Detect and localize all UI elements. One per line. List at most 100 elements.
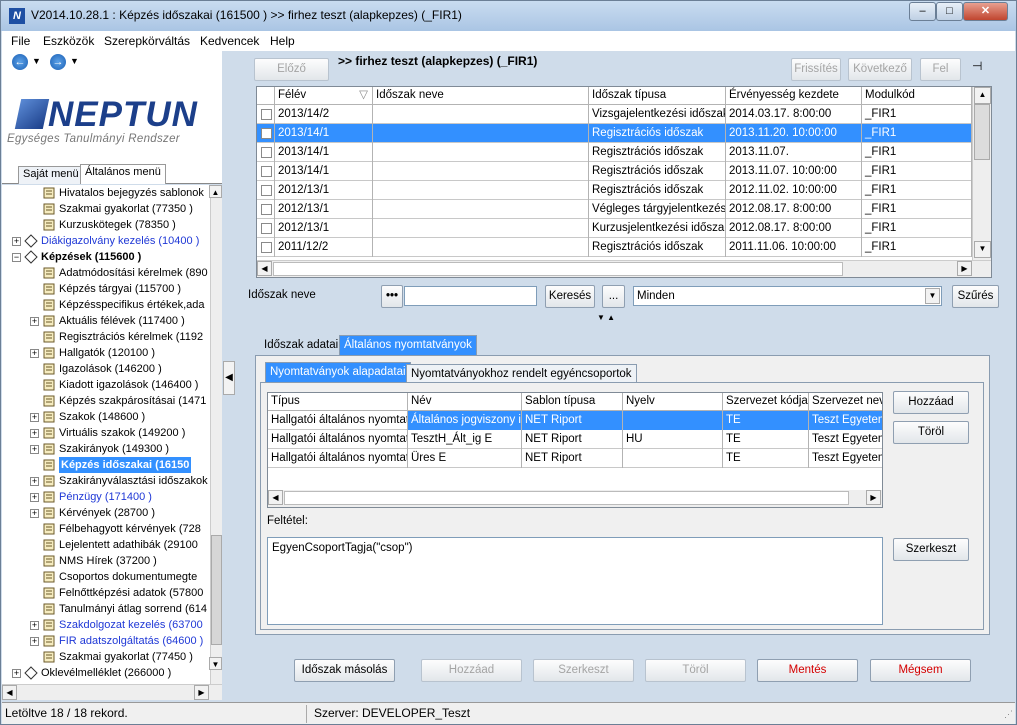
tree-item[interactable]: − Képzések (115600 ): [2, 249, 210, 265]
minimize-button[interactable]: –: [909, 2, 936, 21]
tree-item[interactable]: Képzés időszakai (16150: [2, 457, 210, 473]
tree-scroll-thumb[interactable]: [211, 535, 222, 645]
row-checkbox[interactable]: [261, 147, 272, 158]
tree-item[interactable]: Igazolások (146200 ): [2, 361, 210, 377]
table-row[interactable]: 2013/14/2 Vizsgajelentkezési időszak 2014.…: [257, 105, 972, 124]
scroll-down-icon[interactable]: ▼: [974, 241, 991, 258]
periods-hscroll-thumb[interactable]: [273, 262, 843, 276]
col-header-nev[interactable]: Név: [408, 393, 522, 411]
col-header-modulkod[interactable]: Modulkód: [862, 87, 972, 105]
split-down-icon[interactable]: ▼: [597, 313, 605, 322]
expand-icon[interactable]: +: [30, 445, 39, 454]
collapse-icon[interactable]: −: [12, 253, 21, 262]
col-header-idoszak-neve[interactable]: Időszak neve: [373, 87, 589, 105]
resize-grip-icon[interactable]: ⋰: [1004, 709, 1013, 720]
filter-button[interactable]: Szűrés: [952, 285, 999, 308]
menu-eszkozok[interactable]: Eszközök: [43, 34, 94, 48]
expand-icon[interactable]: +: [30, 317, 39, 326]
copy-period-button[interactable]: Időszak másolás: [294, 659, 395, 682]
expand-icon[interactable]: +: [30, 637, 39, 646]
scroll-up-icon[interactable]: ▲: [974, 87, 991, 104]
search-input[interactable]: [404, 286, 537, 306]
col-header-felev[interactable]: Félév ▽: [275, 87, 373, 105]
table-row[interactable]: 2012/13/1 Végleges tárgyjelentkezés 2012.0…: [257, 200, 972, 219]
ellipsis-dots-button[interactable]: •••: [381, 285, 403, 308]
add-button[interactable]: Hozzáad: [421, 659, 522, 682]
row-checkbox[interactable]: [261, 166, 272, 177]
tree-item[interactable]: Lejelentett adathibák (29100: [2, 537, 210, 553]
expand-icon[interactable]: +: [12, 237, 21, 246]
expand-icon[interactable]: +: [30, 493, 39, 502]
tree-item[interactable]: + FIR adatszolgáltatás (64600 ): [2, 633, 210, 649]
expand-icon[interactable]: +: [30, 349, 39, 358]
tree-item[interactable]: Adatmódosítási kérelmek (890: [2, 265, 210, 281]
tab-nyomtatvanyok-alapadatai[interactable]: Nyomtatványok alapadatai: [265, 362, 411, 382]
filter-icon[interactable]: ▽: [359, 87, 368, 104]
scroll-right-icon[interactable]: ▶: [866, 490, 881, 505]
delete-button[interactable]: Töröl: [645, 659, 746, 682]
periods-vscroll[interactable]: ▲ ▼: [972, 87, 991, 260]
forms-hscroll[interactable]: ◀ ▶: [268, 490, 882, 507]
scroll-right-icon[interactable]: ▶: [957, 261, 972, 276]
tab-idoszak-adatai[interactable]: Időszak adatai: [259, 335, 343, 355]
expand-icon[interactable]: +: [30, 429, 39, 438]
table-row[interactable]: 2013/14/1 Regisztrációs időszak 2013.11.07…: [257, 143, 972, 162]
row-checkbox[interactable]: [261, 185, 272, 196]
table-row[interactable]: 2013/14/1 Regisztrációs időszak 2013.11.20…: [257, 124, 972, 143]
tree-item[interactable]: Szakmai gyakorlat (77350 ): [2, 201, 210, 217]
table-row[interactable]: 2012/13/1 Kurzusjelentkezési időszak 2012.…: [257, 219, 972, 238]
expand-icon[interactable]: +: [30, 477, 39, 486]
row-checkbox[interactable]: [261, 109, 272, 120]
tree-item[interactable]: NMS Hírek (37200 ): [2, 553, 210, 569]
tree-item[interactable]: Képzésspecifikus értékek,ada: [2, 297, 210, 313]
back-icon[interactable]: ←: [12, 54, 28, 70]
scroll-up-icon[interactable]: ▲: [209, 185, 222, 198]
tree-item[interactable]: + Diákigazolvány kezelés (10400 ): [2, 233, 210, 249]
row-checkbox[interactable]: [261, 223, 272, 234]
tree-item[interactable]: + Szakirányválasztási időszakok: [2, 473, 210, 489]
menu-file[interactable]: File: [11, 34, 30, 48]
forward-dropdown-icon[interactable]: ▼: [70, 56, 79, 66]
tree-item[interactable]: + Aktuális félévek (117400 ): [2, 313, 210, 329]
periods-hscroll[interactable]: ◀ ▶: [257, 260, 991, 277]
forms-add-button[interactable]: Hozzáad: [893, 391, 969, 414]
tree-item[interactable]: + Kérvények (28700 ): [2, 505, 210, 521]
table-row[interactable]: Hallgatói általános nyomtatvá Általános j…: [268, 411, 882, 430]
tree-item[interactable]: Felnőttképzési adatok (57800: [2, 585, 210, 601]
expand-icon[interactable]: +: [30, 413, 39, 422]
col-header-sablon[interactable]: Sablon típusa: [522, 393, 623, 411]
condition-edit-button[interactable]: Szerkeszt: [893, 538, 969, 561]
tree-item[interactable]: + Pénzügy (171400 ): [2, 489, 210, 505]
tree-item[interactable]: Regisztrációs kérelmek (1192: [2, 329, 210, 345]
row-checkbox[interactable]: [261, 242, 272, 253]
col-header-ervenyesseg[interactable]: Érvényesség kezdete: [726, 87, 862, 105]
row-checkbox[interactable]: [261, 204, 272, 215]
forms-delete-button[interactable]: Töröl: [893, 421, 969, 444]
save-button[interactable]: Mentés: [757, 659, 858, 682]
row-checkbox[interactable]: [261, 128, 272, 139]
tab-altalanos-menu[interactable]: Általános menü: [80, 164, 166, 184]
col-header-szervezet-kodja[interactable]: Szervezet kódja: [723, 393, 809, 411]
refresh-button[interactable]: Frissítés: [791, 58, 841, 81]
prev-button[interactable]: Előző: [254, 58, 329, 81]
col-header-tipus[interactable]: Típus: [268, 393, 408, 411]
search-button[interactable]: Keresés: [545, 285, 595, 308]
cancel-button[interactable]: Mégsem: [870, 659, 971, 682]
collapse-sidebar-icon[interactable]: ◀: [223, 361, 235, 395]
table-row[interactable]: Hallgatói általános nyomtatvá Üres E NET R…: [268, 449, 882, 468]
tab-sajat-menu[interactable]: Saját menü: [18, 166, 84, 184]
condition-textarea[interactable]: EgyenCsoportTagja("csop"): [267, 537, 883, 625]
maximize-button[interactable]: □: [936, 2, 963, 21]
col-header-szervezet-neve[interactable]: Szervezet neve: [809, 393, 882, 411]
scroll-left-icon[interactable]: ◀: [268, 490, 283, 505]
scroll-down-icon[interactable]: ▼: [209, 657, 222, 670]
tab-altalanos-nyomtatvanyok[interactable]: Általános nyomtatványok: [339, 335, 477, 355]
table-row[interactable]: 2013/14/1 Regisztrációs időszak 2013.11.07…: [257, 162, 972, 181]
menu-szerepkorvaltas[interactable]: Szerepkörváltás: [104, 34, 190, 48]
expand-icon[interactable]: +: [12, 669, 21, 678]
periods-scroll-thumb[interactable]: [974, 104, 990, 160]
table-row[interactable]: Hallgatói általános nyomtatvá TesztH_Ált_…: [268, 430, 882, 449]
tree-item[interactable]: Hivatalos bejegyzés sablonok: [2, 185, 210, 201]
table-row[interactable]: 2012/13/1 Regisztrációs időszak 2012.11.02…: [257, 181, 972, 200]
scroll-right-icon[interactable]: ▶: [194, 685, 209, 700]
